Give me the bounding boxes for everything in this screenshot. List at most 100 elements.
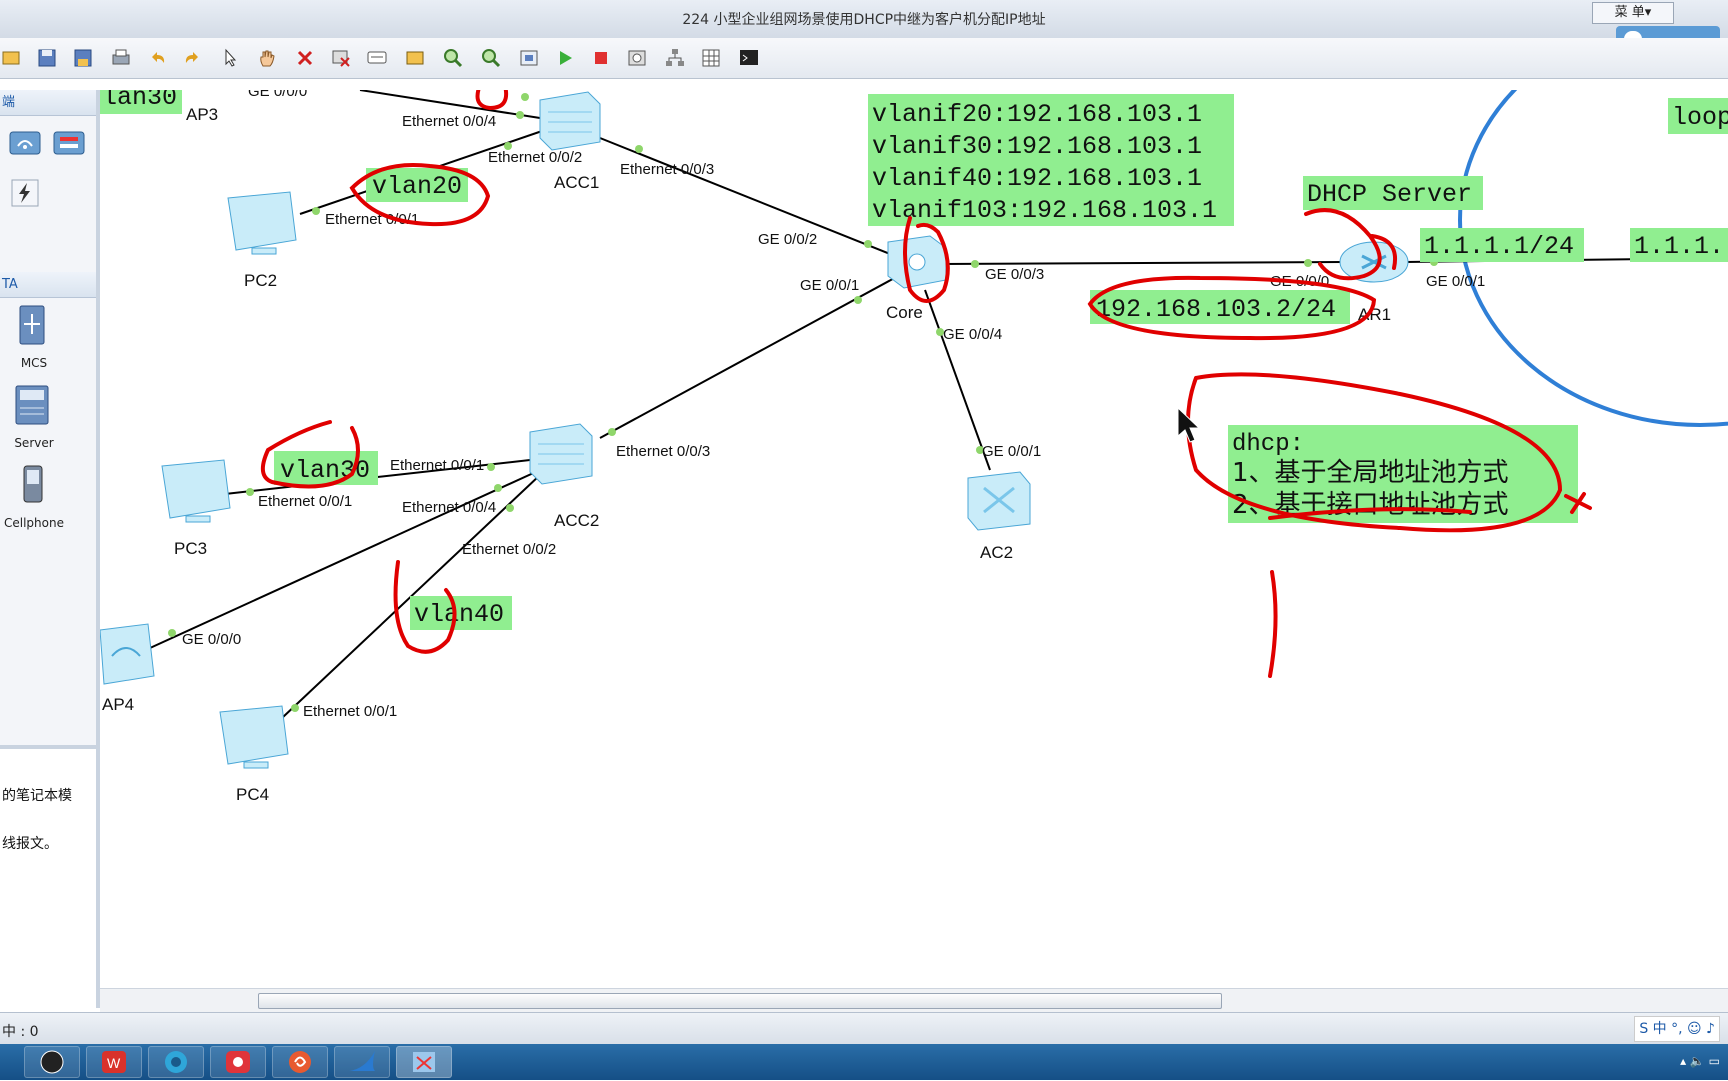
vlan-label: vlan20 xyxy=(372,172,462,201)
dhcp-server-label: DHCP Server xyxy=(1307,180,1472,209)
access-point-icon[interactable] xyxy=(100,623,155,685)
window-title: 224 小型企业组网场景使用DHCP中继为客户机分配IP地址 xyxy=(682,12,1046,28)
auto-connect-icon[interactable] xyxy=(10,178,40,212)
device-name: AP3 xyxy=(186,105,218,124)
computer-icon[interactable] xyxy=(161,459,231,523)
vlanif-line: vlanif20:192.168.103.1 xyxy=(872,100,1202,129)
device-name: AC2 xyxy=(980,543,1013,562)
port-label: GE 0/0/0 xyxy=(182,631,241,648)
scrollbar-thumb[interactable] xyxy=(258,993,1222,1009)
dhcp-note-line: 1、基于全局地址池方式 xyxy=(1232,458,1509,488)
system-tray[interactable]: ▴ 🔈 ▭ xyxy=(1680,1054,1720,1068)
taskbar-swirl-icon[interactable] xyxy=(272,1046,328,1078)
ime-toolbar[interactable]: S 中 °, ☺ ♪ xyxy=(1634,1016,1720,1042)
port-label: Ethernet 0/0/1 xyxy=(303,703,397,720)
wireless-ap-icon[interactable] xyxy=(8,128,42,162)
ip-label: 1.1.1. xyxy=(1634,232,1724,261)
stop-device-icon[interactable] xyxy=(590,47,612,69)
vlan-label: lan30 xyxy=(102,90,177,112)
wireless-controller-icon[interactable] xyxy=(52,128,86,162)
fit-view-icon[interactable] xyxy=(518,47,540,69)
computer-icon[interactable] xyxy=(227,191,297,255)
note-line: 线报文。 xyxy=(2,836,58,852)
port-label: GE 0/0/4 xyxy=(943,326,1002,343)
switch-icon[interactable] xyxy=(539,91,601,151)
ip-label: 192.168.103.2/24 xyxy=(1096,295,1336,324)
vlanif-line: vlanif40:192.168.103.1 xyxy=(872,164,1202,193)
core-switch-icon[interactable] xyxy=(887,235,947,289)
switch-icon[interactable] xyxy=(529,423,593,485)
pan-hand-icon[interactable] xyxy=(256,47,278,69)
device-name: ACC1 xyxy=(554,173,599,192)
port-label: GE 0/0/0 xyxy=(248,90,307,100)
console-icon[interactable] xyxy=(738,47,760,69)
capture-icon[interactable] xyxy=(626,47,648,69)
taskbar-browser-icon[interactable] xyxy=(148,1046,204,1078)
palette-icon[interactable] xyxy=(404,47,426,69)
status-text: 中 : 0 xyxy=(2,1024,39,1040)
horizontal-scrollbar[interactable] xyxy=(100,988,1728,1013)
redo-icon[interactable] xyxy=(182,47,204,69)
grid-icon[interactable] xyxy=(700,47,722,69)
palette-section-header[interactable]: TA xyxy=(0,272,96,298)
port-label: Ethernet 0/0/4 xyxy=(402,499,496,516)
device-name: AP4 xyxy=(102,695,134,714)
port-label: GE 0/0/1 xyxy=(982,443,1041,460)
vlan-label: vlan40 xyxy=(414,600,504,629)
palette-section-header[interactable]: 端 xyxy=(0,90,96,116)
save-icon[interactable] xyxy=(36,47,58,69)
status-bar: 中 : 0 xyxy=(0,1012,1728,1045)
taskbar-recorder-icon[interactable] xyxy=(210,1046,266,1078)
delete-icon[interactable] xyxy=(294,47,316,69)
cellphone-icon[interactable] xyxy=(20,464,46,508)
zoom-in-icon[interactable] xyxy=(442,47,464,69)
taskbar: W ▴ 🔈 ▭ xyxy=(0,1044,1728,1080)
topology-canvas[interactable]: AP3 ACC1 PC2 Core AR1 PC3 ACC2 AC2 AP4 P… xyxy=(100,90,1728,988)
taskbar-ensp-icon[interactable] xyxy=(396,1046,452,1078)
port-label: GE 0/0/1 xyxy=(1426,273,1485,290)
device-name: Core xyxy=(886,303,923,322)
vlanif-line: vlanif103:192.168.103.1 xyxy=(872,196,1217,225)
port-label: Ethernet 0/0/4 xyxy=(402,113,496,130)
taskbar-app-icon[interactable] xyxy=(24,1046,80,1078)
router-icon[interactable] xyxy=(1339,241,1409,283)
port-label: Ethernet 0/0/3 xyxy=(616,443,710,460)
mcs-server-icon[interactable] xyxy=(14,304,50,350)
select-pointer-icon[interactable] xyxy=(220,47,242,69)
dhcp-note-line: dhcp: xyxy=(1232,431,1304,458)
svg-text:W: W xyxy=(107,1055,121,1071)
pen-stroke xyxy=(1268,570,1278,678)
text-note-icon[interactable] xyxy=(366,47,388,69)
computer-icon[interactable] xyxy=(219,705,289,769)
vlanif-line: vlanif30:192.168.103.1 xyxy=(872,132,1202,161)
loopback-label: loop xyxy=(1672,103,1728,132)
device-name: ACC2 xyxy=(554,511,599,530)
print-icon[interactable] xyxy=(110,47,132,69)
title-bar: 224 小型企业组网场景使用DHCP中继为客户机分配IP地址 菜 单▾ xyxy=(0,0,1728,52)
port-dots xyxy=(168,93,1438,712)
device-label: Cellphone xyxy=(4,516,64,530)
dhcp-note-line: 2、基于接口地址池方式 xyxy=(1232,490,1509,520)
undo-icon[interactable] xyxy=(146,47,168,69)
taskbar-wps-icon[interactable]: W xyxy=(86,1046,142,1078)
link-core-ar1 xyxy=(939,261,1346,265)
menu-button[interactable]: 菜 单▾ xyxy=(1592,2,1674,24)
port-label: GE 0/0/2 xyxy=(758,231,817,248)
port-label: Ethernet 0/0/3 xyxy=(620,161,714,178)
taskbar-wireshark-icon[interactable] xyxy=(334,1046,390,1078)
port-label: Ethernet 0/0/1 xyxy=(390,457,484,474)
port-label: Ethernet 0/0/2 xyxy=(488,149,582,166)
topology-diagram[interactable]: AP3 ACC1 PC2 Core AR1 PC3 ACC2 AC2 AP4 P… xyxy=(100,90,1728,988)
delete-link-icon[interactable] xyxy=(330,47,352,69)
new-topology-icon[interactable] xyxy=(0,47,22,69)
zoom-out-icon[interactable] xyxy=(480,47,502,69)
save-as-icon[interactable] xyxy=(72,47,94,69)
ip-label: 1.1.1.1/24 xyxy=(1424,232,1574,261)
device-name: PC2 xyxy=(244,271,277,290)
start-device-icon[interactable] xyxy=(554,47,576,69)
topology-icon[interactable] xyxy=(664,47,686,69)
port-label: Ethernet 0/0/2 xyxy=(462,541,556,558)
access-controller-icon[interactable] xyxy=(967,471,1031,531)
server-icon[interactable] xyxy=(12,384,52,430)
device-name: PC3 xyxy=(174,539,207,558)
